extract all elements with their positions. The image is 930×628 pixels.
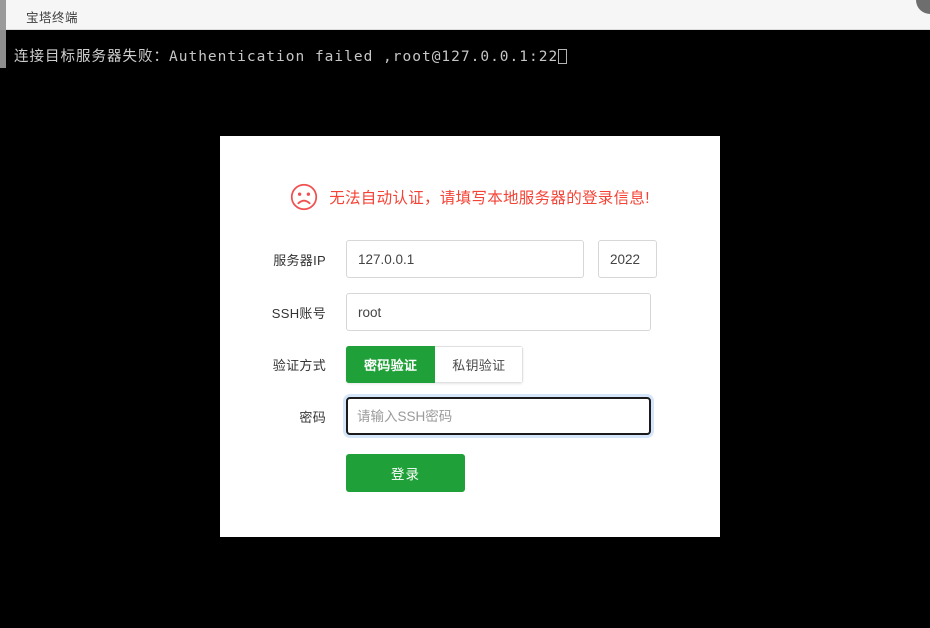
- server-ip-label: 服务器IP: [273, 252, 326, 268]
- terminal-error-line: 连接目标服务器失败：Authentication failed ,root@12…: [14, 45, 568, 66]
- terminal-app-window: 宝塔终端 连接目标服务器失败：Authentication failed ,ro…: [0, 0, 930, 628]
- submit-row: 登录: [260, 454, 465, 492]
- server-ip-row: 服务器IP: [260, 240, 657, 278]
- window-control-icon[interactable]: [916, 0, 930, 14]
- window-titlebar: 宝塔终端: [6, 0, 930, 30]
- terminal-error-ascii: Authentication failed ,root@127.0.0.1:22: [169, 49, 559, 65]
- auth-method-label: 验证方式: [272, 358, 326, 373]
- auth-method-password-button[interactable]: 密码验证: [346, 346, 436, 383]
- terminal-error-cjk: 连接目标服务器失败：: [14, 49, 169, 65]
- password-label: 密码: [299, 409, 326, 425]
- password-input[interactable]: [346, 397, 651, 435]
- login-button[interactable]: 登录: [346, 454, 465, 492]
- auth-warning-banner: 无法自动认证，请填写本地服务器的登录信息!: [220, 183, 720, 211]
- window-control-area: [900, 0, 930, 30]
- auth-method-row: 验证方式 密码验证 私钥验证: [260, 346, 524, 383]
- auth-method-toggle-group: 密码验证 私钥验证: [346, 346, 524, 383]
- ssh-account-row: SSH账号: [260, 293, 651, 331]
- sad-face-icon: [291, 183, 318, 211]
- terminal-cursor: [558, 49, 568, 64]
- window-title: 宝塔终端: [26, 11, 79, 25]
- server-port-input[interactable]: [598, 240, 657, 278]
- ssh-login-dialog: 无法自动认证，请填写本地服务器的登录信息! 服务器IP SSH账号 验证方式 密…: [220, 136, 720, 537]
- auth-warning-text: 无法自动认证，请填写本地服务器的登录信息!: [329, 190, 650, 207]
- ssh-account-label: SSH账号: [271, 305, 326, 321]
- ssh-account-input[interactable]: [346, 293, 651, 331]
- server-ip-input[interactable]: [346, 240, 584, 278]
- auth-method-privatekey-button[interactable]: 私钥验证: [435, 346, 524, 383]
- password-row: 密码: [260, 397, 651, 435]
